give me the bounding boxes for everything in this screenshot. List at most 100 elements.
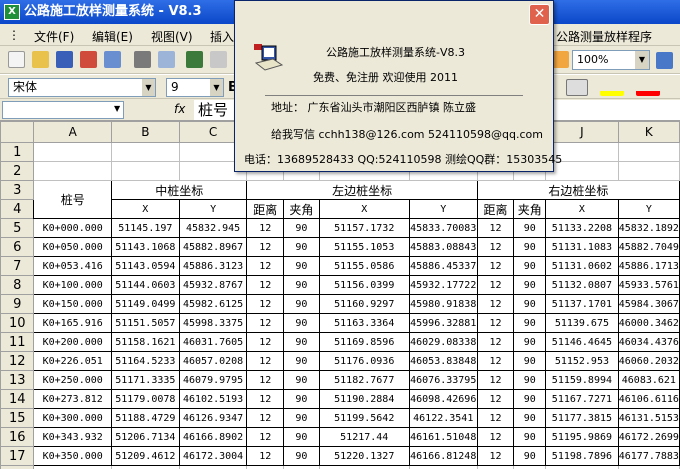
grid-cell[interactable]: 45933.5761 xyxy=(617,275,680,295)
grid-cell[interactable]: 51169.8596 xyxy=(318,332,410,352)
select-all-corner[interactable] xyxy=(0,121,35,143)
grid-cell[interactable]: 12 xyxy=(476,408,515,428)
row-header[interactable]: 12 xyxy=(0,351,35,371)
grid-cell[interactable] xyxy=(110,142,180,162)
grid-cell[interactable]: 51143.0594 xyxy=(110,256,180,276)
grid-cell[interactable]: 46060.2032 xyxy=(617,351,680,371)
grid-cell[interactable]: 51188.4729 xyxy=(110,408,180,428)
header-x[interactable]: X xyxy=(110,199,180,219)
grid-cell[interactable]: 51146.4645 xyxy=(545,332,619,352)
grid-cell[interactable]: 51182.7677 xyxy=(318,370,410,390)
name-box[interactable] xyxy=(2,101,124,119)
grid-cell[interactable] xyxy=(617,161,680,181)
grid-cell[interactable]: 12 xyxy=(476,237,515,257)
chevron-down-icon[interactable]: ▼ xyxy=(635,51,649,69)
menu-edit[interactable]: 编辑(E) xyxy=(92,28,133,45)
grid-cell[interactable]: 12 xyxy=(246,256,285,276)
chevron-down-icon[interactable]: ▼ xyxy=(210,79,223,96)
column-header-A[interactable]: A xyxy=(33,121,112,143)
drawing-icon[interactable] xyxy=(552,51,569,68)
grid-cell[interactable] xyxy=(476,465,515,469)
grid-cell[interactable] xyxy=(246,465,285,469)
grid-cell[interactable]: 12 xyxy=(476,427,515,447)
grid-cell[interactable]: 45886.45337 xyxy=(408,256,478,276)
grid-cell[interactable] xyxy=(617,142,680,162)
grid-cell[interactable] xyxy=(178,465,248,469)
grid-cell[interactable]: 51143.1068 xyxy=(110,237,180,257)
row-header[interactable]: 8 xyxy=(0,275,35,295)
grid-cell[interactable]: 51131.0602 xyxy=(545,256,619,276)
font-select[interactable]: 宋体 ▼ xyxy=(8,78,156,97)
grid-cell[interactable]: K0+053.416 xyxy=(33,256,112,276)
row-header[interactable]: 1 xyxy=(0,142,35,162)
grid-cell[interactable]: 51152.953 xyxy=(545,351,619,371)
grid-cell[interactable]: 51156.0399 xyxy=(318,275,410,295)
grid-cell[interactable]: 51131.1083 xyxy=(545,237,619,257)
menu-file[interactable]: 文件(F) xyxy=(34,28,74,45)
grid-cell[interactable]: 46177.7883 xyxy=(617,446,680,466)
grid-cell[interactable]: 90 xyxy=(283,313,320,333)
menu-insert[interactable]: 插入 xyxy=(210,28,234,45)
grid-cell[interactable]: 51137.1701 xyxy=(545,294,619,314)
email-icon[interactable] xyxy=(104,51,121,68)
grid-cell[interactable]: 45883.08843 xyxy=(408,237,478,257)
header-x[interactable]: X xyxy=(545,199,619,219)
fill-color-icon[interactable] xyxy=(600,79,624,96)
grid-cell[interactable]: 45886.3123 xyxy=(178,256,248,276)
grid-cell[interactable] xyxy=(33,465,112,469)
header-left-coords[interactable]: 左边桩坐标 xyxy=(246,180,478,200)
grid-cell[interactable] xyxy=(513,465,547,469)
grid-cell[interactable]: 51163.3364 xyxy=(318,313,410,333)
grid-cell[interactable]: 45832.945 xyxy=(178,218,248,238)
row-header[interactable]: 9 xyxy=(0,294,35,314)
grid-cell[interactable]: K0+200.000 xyxy=(33,332,112,352)
column-header-B[interactable]: B xyxy=(110,121,180,143)
row-header[interactable]: 11 xyxy=(0,332,35,352)
help-icon[interactable] xyxy=(656,52,673,69)
grid-cell[interactable]: 90 xyxy=(513,256,547,276)
row-header[interactable]: 16 xyxy=(0,427,35,447)
grid-cell[interactable]: 51190.2884 xyxy=(318,389,410,409)
header-x[interactable]: X xyxy=(318,199,410,219)
row-header[interactable]: 7 xyxy=(0,256,35,276)
spelling-icon[interactable] xyxy=(186,51,203,68)
grid-cell[interactable]: 51139.675 xyxy=(545,313,619,333)
grid-cell[interactable]: 90 xyxy=(283,256,320,276)
grid-cell[interactable]: 51157.1732 xyxy=(318,218,410,238)
permission-icon[interactable] xyxy=(80,51,97,68)
grid-cell[interactable]: 90 xyxy=(513,275,547,295)
grid-cell[interactable]: 46122.3541 xyxy=(408,408,478,428)
grid-cell[interactable]: 51160.9297 xyxy=(318,294,410,314)
row-header[interactable]: 17 xyxy=(0,446,35,466)
grid-cell[interactable]: 90 xyxy=(283,351,320,371)
grid-cell[interactable]: 51144.0603 xyxy=(110,275,180,295)
grid-cell[interactable]: 90 xyxy=(513,427,547,447)
grid-cell[interactable]: 46166.8902 xyxy=(178,427,248,447)
grid-cell[interactable]: 51155.1053 xyxy=(318,237,410,257)
grid-cell[interactable]: 90 xyxy=(513,313,547,333)
grid-cell[interactable]: 45980.91838 xyxy=(408,294,478,314)
grid-cell[interactable]: 45832.1892 xyxy=(617,218,680,238)
grid-cell[interactable]: 12 xyxy=(476,256,515,276)
header-angle[interactable]: 夹角 xyxy=(513,199,547,219)
header-center-coords[interactable]: 中桩坐标 xyxy=(110,180,248,200)
grid-cell[interactable]: 90 xyxy=(513,408,547,428)
grid-cell[interactable]: 90 xyxy=(283,218,320,238)
grid-cell[interactable]: 90 xyxy=(513,332,547,352)
grid-cell[interactable]: 12 xyxy=(246,408,285,428)
print-preview-icon[interactable] xyxy=(158,51,175,68)
grid-cell[interactable]: K0+050.000 xyxy=(33,237,112,257)
grid-cell[interactable]: 45833.70083 xyxy=(408,218,478,238)
grid-cell[interactable]: 12 xyxy=(476,218,515,238)
grid-cell[interactable]: 46076.33795 xyxy=(408,370,478,390)
grid-cell[interactable]: K0+000.000 xyxy=(33,218,112,238)
grid-cell[interactable]: 51155.0586 xyxy=(318,256,410,276)
grid-cell[interactable]: 46131.5153 xyxy=(617,408,680,428)
grid-cell[interactable]: 46161.51048 xyxy=(408,427,478,447)
row-header[interactable]: 5 xyxy=(0,218,35,238)
grid-cell[interactable]: 46106.6116 xyxy=(617,389,680,409)
grid-cell[interactable]: 51177.3815 xyxy=(545,408,619,428)
grid-cell[interactable]: 51159.8994 xyxy=(545,370,619,390)
research-icon[interactable] xyxy=(210,51,227,68)
grid-cell[interactable] xyxy=(318,465,410,469)
